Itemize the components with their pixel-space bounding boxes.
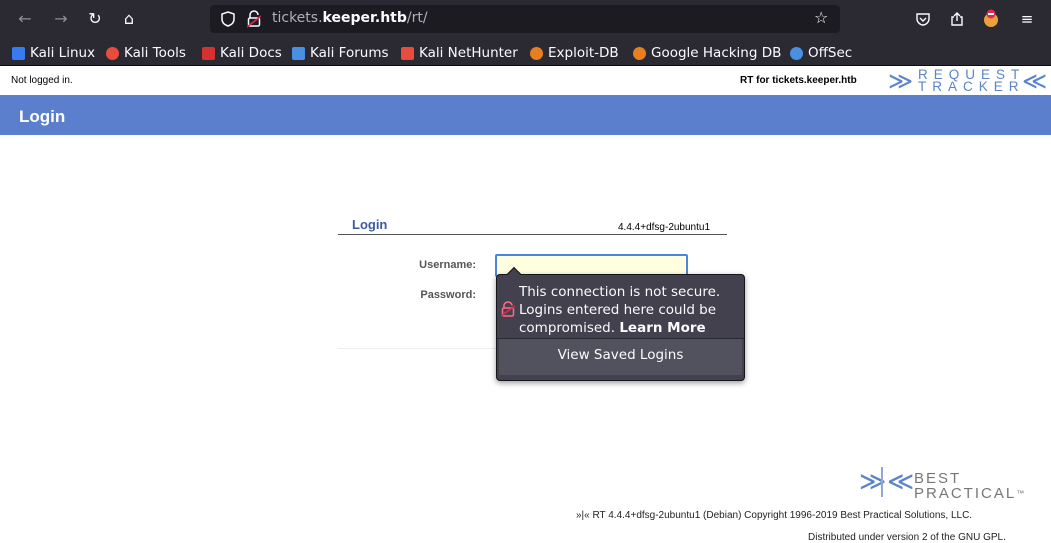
kali-tools-icon [106,46,119,60]
rt-topbar: Not logged in. RT for tickets.keeper.htb… [0,67,1051,95]
bookmark-label: OffSec [808,45,853,61]
bookmark-label: Kali Linux [30,45,96,61]
view-saved-logins-button[interactable]: View Saved Logins [499,339,742,375]
page-content: Not logged in. RT for tickets.keeper.htb… [0,67,1051,543]
url-text[interactable]: tickets.keeper.htb/rt/ [272,10,428,26]
url-host-prefix: tickets. [272,10,323,26]
password-label: Password: [420,289,476,301]
login-divider [338,234,727,235]
bookmark-label: Kali Forums [310,45,389,61]
bookmark-offsec[interactable]: OffSec [790,44,852,62]
kali-forums-icon [292,46,305,60]
bookmark-label: Exploit-DB [548,45,619,61]
copyright-text: »|« RT 4.4.4+dfsg-2ubuntu1 (Debian) Copy… [576,510,973,521]
forward-icon[interactable]: → [50,8,72,30]
kali-icon [12,46,25,60]
nethunter-icon [401,46,414,60]
bp-logo-practical: PRACTICAL™ [914,486,1024,501]
ghdb-icon [633,46,646,60]
bookmark-google-hacking-db[interactable]: Google Hacking DB [633,44,781,62]
insecure-lock-icon[interactable] [247,10,261,28]
kali-docs-icon [202,46,215,60]
pocket-icon[interactable] [912,8,934,30]
browser-toolbar: ← → ↻ ⌂ tickets.keeper.htb/rt/ ☆ ≡ [0,0,1051,38]
rt-version: 4.4.4+dfsg-2ubuntu1 [618,222,711,233]
bookmark-label: Kali NetHunter [419,45,518,61]
bookmarks-toolbar: Kali Linux Kali Tools Kali Docs Kali For… [0,38,1051,66]
popup-message: This connection is not secure. Logins en… [519,283,739,337]
extension-icon[interactable] [980,8,1002,30]
url-host: keeper.htb [322,10,407,26]
url-path: /rt/ [406,10,428,26]
bookmark-kali-nethunter[interactable]: Kali NetHunter [401,44,518,62]
insecure-lock-icon [501,301,515,317]
bp-logo-chevron-left-icon: ≪ [887,467,915,497]
exploit-db-icon [530,46,543,60]
bp-logo-practical-text: PRACTICAL [914,485,1017,502]
login-box-title: Login [352,217,388,232]
view-saved-logins-label: View Saved Logins [557,347,684,363]
bookmark-label: Kali Docs [220,45,282,61]
reload-icon[interactable]: ↻ [84,8,106,30]
rt-logo-tracker: TRACKER [918,79,1025,94]
bookmark-label: Google Hacking DB [651,45,782,61]
not-logged-in-text: Not logged in. [11,75,73,86]
offsec-icon [790,46,803,60]
share-icon[interactable] [946,8,968,30]
page-title: Login [19,107,66,126]
bp-logo-tm: ™ [1016,489,1025,498]
bp-logo-bar [881,467,883,497]
login-box-bottom [338,348,498,349]
learn-more-link[interactable]: Learn More [619,320,705,336]
url-bar[interactable]: tickets.keeper.htb/rt/ ☆ [210,5,840,33]
bookmark-kali-forums[interactable]: Kali Forums [292,44,389,62]
bp-logo-best: BEST [914,470,962,487]
page-header: Login [0,95,1051,135]
menu-icon[interactable]: ≡ [1016,8,1038,30]
back-icon[interactable]: ← [14,8,36,30]
bookmark-kali-tools[interactable]: Kali Tools [106,44,186,62]
rt-logo-chevron-right-icon: ≫ [888,67,914,95]
bookmark-star-icon[interactable]: ☆ [814,8,828,27]
bookmark-label: Kali Tools [124,45,186,61]
insecure-login-popup: This connection is not secure. Logins en… [496,266,745,381]
rt-logo-chevron-left-icon: ≪ [1022,67,1048,95]
username-label: Username: [419,259,476,271]
rt-for-text: RT for tickets.keeper.htb [740,75,857,86]
shield-icon[interactable] [221,11,235,27]
bookmark-kali-docs[interactable]: Kali Docs [202,44,282,62]
bookmark-exploit-db[interactable]: Exploit-DB [530,44,619,62]
bookmark-kali-linux[interactable]: Kali Linux [12,44,95,62]
home-icon[interactable]: ⌂ [118,8,140,30]
license-text: Distributed under version 2 of the GNU G… [808,532,1006,543]
